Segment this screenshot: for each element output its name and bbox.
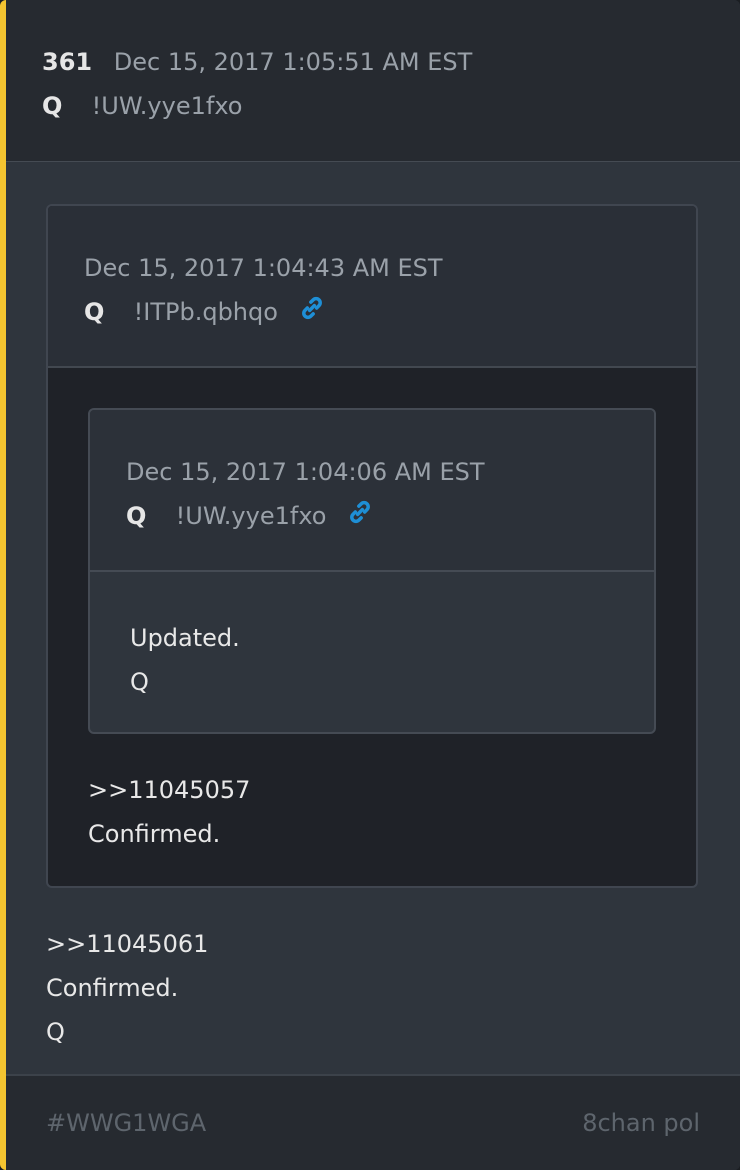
body-line: Q: [46, 1018, 65, 1046]
reply-link[interactable]: >>11045057: [88, 768, 250, 812]
quoted-post-author: Q: [84, 298, 105, 326]
post-body: >>11045061 Confirmed. Q: [46, 922, 208, 1054]
post-number[interactable]: 361: [42, 48, 92, 76]
nested-quoted-post-body: Updated. Q: [130, 616, 240, 704]
post-author: Q: [42, 92, 63, 120]
hashtag[interactable]: #WWG1WGA: [46, 1109, 206, 1137]
body-line: Confirmed.: [46, 974, 179, 1002]
source-label: 8chan pol: [582, 1109, 700, 1137]
reply-link[interactable]: >>11045061: [46, 922, 208, 966]
nested-quoted-post-tripcode: !UW.yye1fxo: [175, 502, 327, 530]
link-icon[interactable]: [346, 498, 374, 538]
post-footer: #WWG1WGA 8chan pol: [6, 1074, 740, 1170]
body-line: Q: [130, 668, 149, 696]
quoted-post: Dec 15, 2017 1:04:43 AM EST Q !ITPb.qbhq…: [46, 204, 698, 888]
post-tripcode: !UW.yye1fxo: [91, 92, 243, 120]
body-line: Updated.: [130, 624, 240, 652]
nested-quoted-post-author: Q: [126, 502, 147, 530]
nested-quoted-post-header: Dec 15, 2017 1:04:06 AM EST Q !UW.yye1fx…: [90, 410, 654, 572]
quoted-post-header: Dec 15, 2017 1:04:43 AM EST Q !ITPb.qbhq…: [48, 206, 696, 368]
link-icon[interactable]: [298, 294, 326, 334]
post-header: 361 Dec 15, 2017 1:05:51 AM EST Q !UW.yy…: [6, 0, 740, 162]
quoted-post-body: >>11045057 Confirmed.: [88, 768, 250, 856]
body-line: Confirmed.: [88, 820, 221, 848]
post-date: Dec 15, 2017 1:05:51 AM EST: [113, 48, 473, 76]
quoted-post-tripcode: !ITPb.qbhqo: [133, 298, 278, 326]
quoted-post-date: Dec 15, 2017 1:04:43 AM EST: [84, 254, 443, 282]
nested-quoted-post-date: Dec 15, 2017 1:04:06 AM EST: [126, 458, 485, 486]
post-card: 361 Dec 15, 2017 1:05:51 AM EST Q !UW.yy…: [0, 0, 740, 1170]
nested-quoted-post: Dec 15, 2017 1:04:06 AM EST Q !UW.yye1fx…: [88, 408, 656, 734]
